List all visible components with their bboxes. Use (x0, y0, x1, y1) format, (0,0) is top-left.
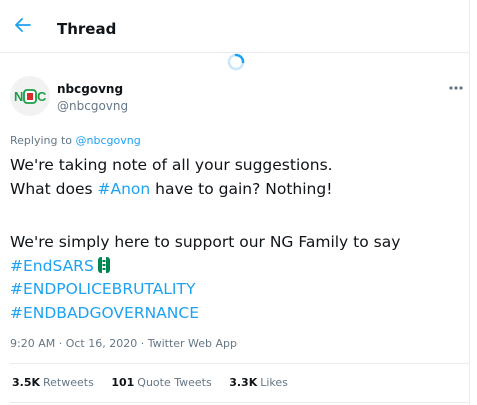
replying-to: Replying to @nbcgovng (10, 134, 141, 148)
loading-spinner-icon (227, 53, 245, 71)
tweet-line-1: We're taking note of all your suggestion… (10, 156, 333, 174)
nbc-logo: N C (10, 76, 50, 116)
avatar[interactable]: N C (10, 76, 50, 116)
thread-header: Thread (0, 0, 469, 53)
svg-text:N: N (14, 89, 23, 104)
tweet-line-2: What does #Anon have to gain? Nothing! (10, 179, 332, 199)
tweet-line-3: We're simply here to support our NG Fami… (10, 233, 401, 251)
author-name[interactable]: nbcgovng (57, 82, 123, 96)
retweets-count: 3.5K (12, 376, 41, 389)
more-options-icon[interactable] (448, 84, 464, 92)
tweet-line-2-a: What does (10, 180, 98, 198)
replying-to-link[interactable]: @nbcgovng (76, 134, 141, 147)
divider-bottom (10, 402, 469, 403)
hashtag-endsars[interactable]: #EndSARS (10, 257, 94, 275)
page-title: Thread (57, 20, 117, 38)
hashtag-anon[interactable]: #Anon (98, 180, 151, 198)
back-arrow-icon (15, 18, 31, 32)
quotes-count: 101 (111, 376, 135, 389)
tweet-stats: 3.5K Retweets 101 Quote Tweets 3.3K Likes (12, 376, 302, 390)
retweets-stat[interactable]: 3.5K Retweets (12, 376, 94, 390)
svg-text:C: C (37, 89, 47, 104)
retweets-label: Retweets (43, 376, 94, 389)
tweet-timestamp[interactable]: 9:20 AM · Oct 16, 2020 · Twitter Web App (10, 337, 237, 351)
author-handle[interactable]: @nbcgovng (57, 99, 128, 113)
divider (10, 363, 469, 364)
likes-label: Likes (260, 376, 288, 389)
replying-prefix: Replying to (10, 134, 73, 147)
hashtag-endpolicebrutality[interactable]: #ENDPOLICEBRUTALITY (10, 279, 195, 299)
quotes-label: Quote Tweets (137, 376, 212, 389)
hashtag-endbadgovernance[interactable]: #ENDBADGOVERNANCE (10, 303, 199, 323)
likes-stat[interactable]: 3.3K Likes (229, 376, 288, 390)
tweet-line-2-b: have to gain? Nothing! (150, 180, 333, 198)
back-button[interactable] (8, 10, 38, 40)
quote-tweets-stat[interactable]: 101 Quote Tweets (111, 376, 211, 390)
likes-count: 3.3K (229, 376, 258, 389)
nigeria-flag-emoji-icon (97, 257, 110, 273)
tweet-line-4: #EndSARS (10, 256, 111, 276)
